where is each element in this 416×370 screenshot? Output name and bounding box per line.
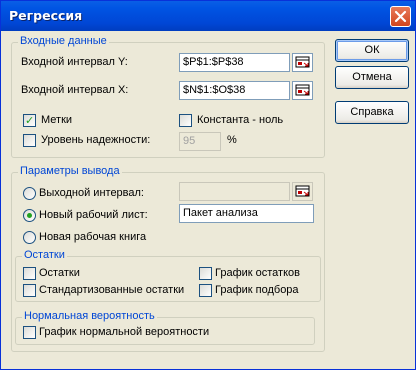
normal-probability-plots-checkbox[interactable] xyxy=(23,326,36,339)
output-range-label[interactable]: Выходной интервал: xyxy=(39,187,144,199)
labels-checkbox-label[interactable]: Метки xyxy=(41,114,72,126)
close-button[interactable] xyxy=(390,6,411,27)
radio-selected-dot xyxy=(27,213,32,218)
ok-button[interactable]: ОК xyxy=(335,39,409,62)
regression-dialog: Регрессия Входные данные Входной интерва… xyxy=(0,0,416,370)
range-select-icon xyxy=(295,56,310,68)
close-icon xyxy=(394,10,407,23)
new-workbook-radio[interactable] xyxy=(23,231,36,244)
range-select-icon xyxy=(295,84,310,96)
constant-zero-checkbox-label[interactable]: Константа - ноль xyxy=(197,114,283,126)
constant-zero-checkbox[interactable] xyxy=(179,114,192,127)
line-fit-plots-checkbox[interactable] xyxy=(199,284,212,297)
residual-plots-label[interactable]: График остатков xyxy=(215,267,300,279)
confidence-unit: % xyxy=(227,134,237,146)
normal-probability-plots-label[interactable]: График нормальной вероятности xyxy=(39,326,209,338)
new-sheet-radio[interactable] xyxy=(23,209,36,222)
input-x-label: Входной интервал X: xyxy=(21,84,129,96)
output-range-radio[interactable] xyxy=(23,187,36,200)
confidence-level-field[interactable]: 95 xyxy=(179,132,221,151)
confidence-checkbox-label[interactable]: Уровень надежности: xyxy=(41,134,150,146)
cancel-button[interactable]: Отмена xyxy=(335,66,409,89)
title-bar[interactable]: Регрессия xyxy=(1,1,415,31)
input-y-collapse-button[interactable] xyxy=(292,53,313,72)
input-x-collapse-button[interactable] xyxy=(292,81,313,100)
residuals-label[interactable]: Остатки xyxy=(39,267,80,279)
new-sheet-label[interactable]: Новый рабочий лист: xyxy=(39,209,148,221)
standardized-residuals-label[interactable]: Стандартизованные остатки xyxy=(39,284,184,296)
range-select-icon xyxy=(295,185,310,197)
residual-plots-checkbox[interactable] xyxy=(199,267,212,280)
checkmark-icon: ✓ xyxy=(25,114,35,127)
input-y-field[interactable]: $P$1:$P$38 xyxy=(179,53,290,72)
line-fit-plots-label[interactable]: График подбора xyxy=(215,284,299,296)
residuals-group-label: Остатки xyxy=(22,249,67,261)
input-group-label: Входные данные xyxy=(18,35,109,47)
input-x-field[interactable]: $N$1:$O$38 xyxy=(179,81,290,100)
normal-probability-label: Нормальная вероятность xyxy=(22,310,157,322)
residuals-checkbox[interactable] xyxy=(23,267,36,280)
output-range-collapse-button[interactable] xyxy=(292,182,313,201)
window-title: Регрессия xyxy=(9,8,83,23)
new-sheet-name-field[interactable]: Пакет анализа xyxy=(179,204,314,223)
labels-checkbox[interactable]: ✓ xyxy=(23,114,36,127)
new-workbook-label[interactable]: Новая рабочая книга xyxy=(39,231,146,243)
input-y-label: Входной интервал Y: xyxy=(21,56,128,68)
output-options-label: Параметры вывода xyxy=(18,165,122,177)
confidence-checkbox[interactable] xyxy=(23,134,36,147)
help-button[interactable]: Справка xyxy=(335,101,409,124)
output-range-field[interactable] xyxy=(179,182,290,201)
standardized-residuals-checkbox[interactable] xyxy=(23,284,36,297)
